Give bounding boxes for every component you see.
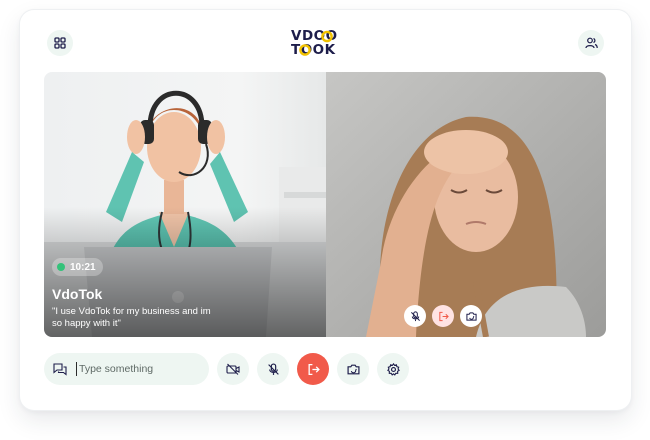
grid-icon <box>54 37 66 49</box>
vdotok-logo: VDOO TOOK <box>291 29 337 60</box>
logo-accent-ring <box>299 30 333 56</box>
remote-mute-button[interactable] <box>404 305 426 327</box>
toggle-mic-button[interactable] <box>257 353 289 385</box>
chat-icon <box>53 362 67 376</box>
call-timer: 10:21 <box>52 258 103 276</box>
mic-off-icon <box>410 310 420 321</box>
remote-controls <box>404 305 482 327</box>
mic-off-icon <box>267 362 279 375</box>
users-icon <box>584 37 598 49</box>
grid-menu-button[interactable] <box>47 30 73 56</box>
video-stage: 10:21 VdoTok "I use VdoTok for my busine… <box>44 72 606 337</box>
testimonial-quote: "I use VdoTok for my business and im so … <box>52 306 211 329</box>
chat-input-box[interactable] <box>44 353 209 385</box>
remote-leave-button[interactable] <box>432 305 454 327</box>
remote-video-tile[interactable] <box>326 72 606 337</box>
text-caret <box>76 362 77 376</box>
end-call-icon <box>308 363 320 375</box>
caller-name: VdoTok <box>52 286 103 302</box>
settings-icon <box>386 362 400 376</box>
video-off-icon <box>226 363 240 375</box>
switch-camera-button[interactable] <box>337 353 369 385</box>
local-video-tile[interactable]: 10:21 VdoTok "I use VdoTok for my busine… <box>44 72 326 337</box>
camera-switch-icon <box>465 311 477 321</box>
camera-switch-icon <box>346 364 360 374</box>
chat-text-field[interactable] <box>79 363 199 375</box>
participants-button[interactable] <box>578 30 604 56</box>
remote-camera-switch-button[interactable] <box>460 305 482 327</box>
live-status-dot <box>57 263 65 271</box>
leave-call-icon <box>438 311 449 321</box>
settings-button[interactable] <box>377 353 409 385</box>
toggle-video-button[interactable] <box>217 353 249 385</box>
call-timer-text: 10:21 <box>70 261 96 273</box>
end-call-button[interactable] <box>297 353 329 385</box>
woman-video-image <box>326 72 606 337</box>
